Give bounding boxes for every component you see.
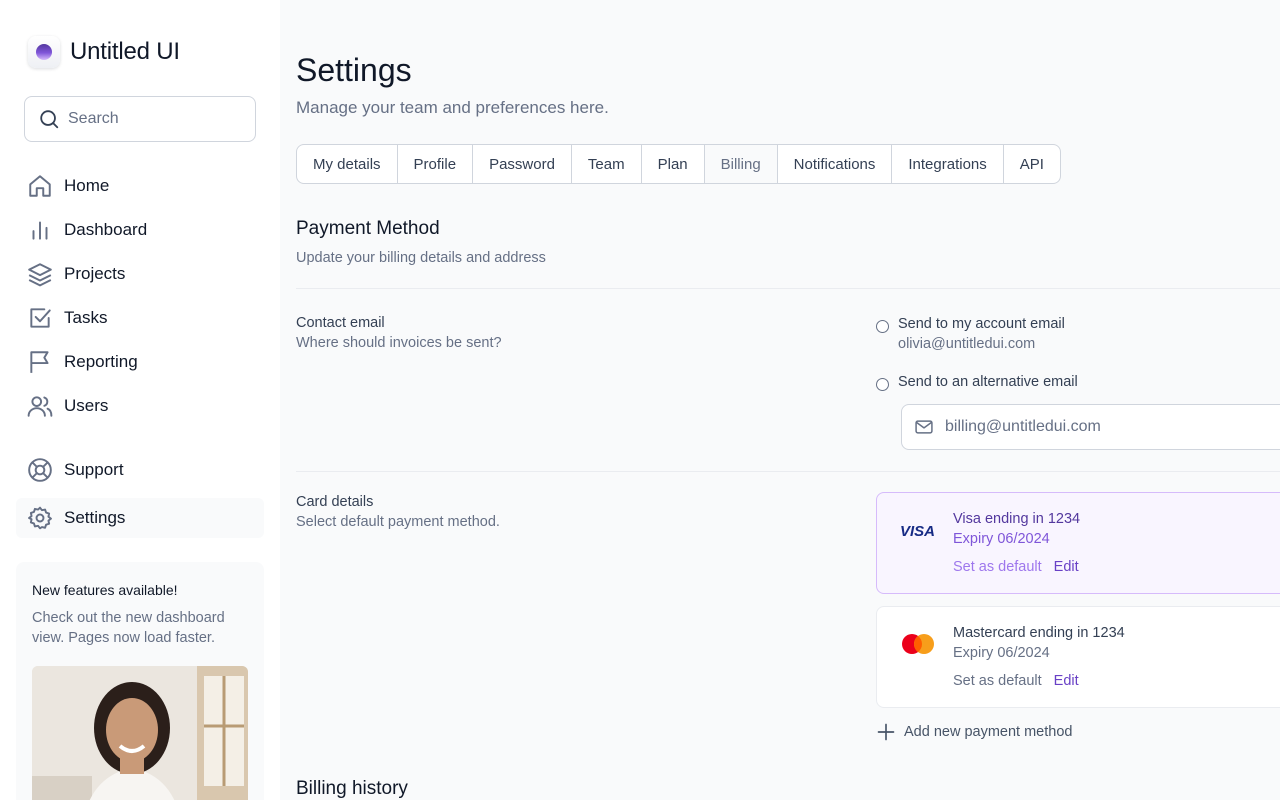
app-name: Untitled UI [70, 38, 180, 65]
plus-icon [877, 723, 895, 741]
tab-password[interactable]: Password [473, 145, 572, 183]
card-expiry: Expiry 06/2024 [953, 645, 1050, 661]
radio-button[interactable] [876, 378, 889, 391]
footer-nav: Support Settings [16, 450, 264, 542]
account-email: olivia@untitledui.com [898, 336, 1036, 352]
search-icon [40, 110, 59, 129]
divider [296, 471, 1280, 472]
mastercard-logo-icon [899, 631, 937, 657]
nav-item-dashboard[interactable]: Dashboard [16, 210, 264, 250]
radio-label: Send to an alternative email [898, 374, 1078, 390]
radio-account-email[interactable]: Send to my account email olivia@untitled… [876, 316, 1065, 352]
tab-billing[interactable]: Billing [704, 145, 778, 183]
card-expiry: Expiry 06/2024 [953, 531, 1050, 547]
settings-tabs: My details Profile Password Team Plan Bi… [296, 144, 1061, 184]
nav-label: Settings [64, 508, 126, 527]
alt-email-input[interactable] [945, 418, 1245, 436]
search-input[interactable] [68, 110, 238, 128]
users-icon [26, 392, 54, 420]
page-title: Settings [296, 52, 412, 88]
svg-text:VISA: VISA [900, 523, 935, 540]
promo-title: New features available! [32, 582, 178, 598]
nav-label: Dashboard [64, 220, 148, 239]
card-details-label: Card details [296, 494, 374, 510]
billing-history-title: Billing history [296, 778, 408, 799]
alt-email-field[interactable] [901, 404, 1280, 450]
add-payment-method-label: Add new payment method [904, 724, 1073, 740]
promo-card: New features available! Check out the ne… [16, 562, 264, 800]
main-content: Settings Manage your team and preference… [296, 0, 1280, 800]
nav-label: Home [64, 176, 110, 195]
bar-chart-icon [26, 216, 54, 244]
contact-email-label: Contact email [296, 315, 385, 331]
set-default-button[interactable]: Set as default [953, 673, 1042, 689]
check-square-icon [26, 304, 54, 332]
section-subtitle: Update your billing details and address [296, 250, 546, 266]
life-buoy-icon [26, 456, 54, 484]
tab-plan[interactable]: Plan [642, 145, 705, 183]
main-nav: Home Dashboard Projects Tasks Reporting [16, 166, 264, 430]
payment-card-visa[interactable]: VISA Visa ending in 1234 Expiry 06/2024 … [876, 492, 1280, 594]
contact-email-sub: Where should invoices be sent? [296, 335, 502, 351]
nav-label: Projects [64, 264, 126, 283]
logo-mark-icon [28, 36, 60, 68]
gear-icon [26, 504, 54, 532]
flag-icon [26, 348, 54, 376]
edit-card-button[interactable]: Edit [1054, 559, 1079, 575]
set-default-button[interactable]: Set as default [953, 559, 1042, 575]
search-box[interactable] [24, 96, 256, 142]
nav-label: Users [64, 396, 109, 415]
radio-button[interactable] [876, 320, 889, 333]
nav-label: Reporting [64, 352, 138, 371]
promo-text: Check out the new dashboard view. Pages … [32, 610, 225, 646]
mail-icon [915, 420, 933, 434]
card-name: Visa ending in 1234 [953, 511, 1081, 527]
section-title: Payment Method [296, 218, 440, 239]
sidebar: Untitled UI Home Dashboard Projects [0, 0, 280, 800]
divider [296, 288, 1280, 289]
nav-label: Tasks [64, 308, 108, 327]
tab-my-details[interactable]: My details [297, 145, 398, 183]
nav-item-settings[interactable]: Settings [16, 498, 264, 538]
app-logo[interactable]: Untitled UI [28, 36, 180, 68]
promo-image [32, 666, 248, 800]
radio-alt-email[interactable]: Send to an alternative email [876, 374, 1078, 391]
page-subtitle: Manage your team and preferences here. [296, 98, 609, 117]
nav-item-users[interactable]: Users [16, 386, 264, 426]
visa-logo-icon: VISA [899, 517, 937, 543]
nav-label: Support [64, 460, 124, 479]
radio-label: Send to my account email [898, 316, 1065, 332]
home-icon [26, 172, 54, 200]
nav-item-reporting[interactable]: Reporting [16, 342, 264, 382]
tab-integrations[interactable]: Integrations [892, 145, 1004, 183]
add-payment-method-button[interactable]: Add new payment method [876, 722, 1072, 742]
payment-card-mastercard[interactable]: Mastercard ending in 1234 Expiry 06/2024… [876, 606, 1280, 708]
nav-item-tasks[interactable]: Tasks [16, 298, 264, 338]
tab-team[interactable]: Team [572, 145, 642, 183]
layers-icon [26, 260, 54, 288]
card-details-sub: Select default payment method. [296, 514, 500, 530]
edit-card-button[interactable]: Edit [1054, 673, 1079, 689]
card-name: Mastercard ending in 1234 [953, 625, 1125, 641]
tab-api[interactable]: API [1004, 145, 1060, 183]
tab-profile[interactable]: Profile [398, 145, 474, 183]
nav-item-projects[interactable]: Projects [16, 254, 264, 294]
nav-item-support[interactable]: Support [16, 450, 264, 490]
tab-notifications[interactable]: Notifications [778, 145, 893, 183]
nav-item-home[interactable]: Home [16, 166, 264, 206]
